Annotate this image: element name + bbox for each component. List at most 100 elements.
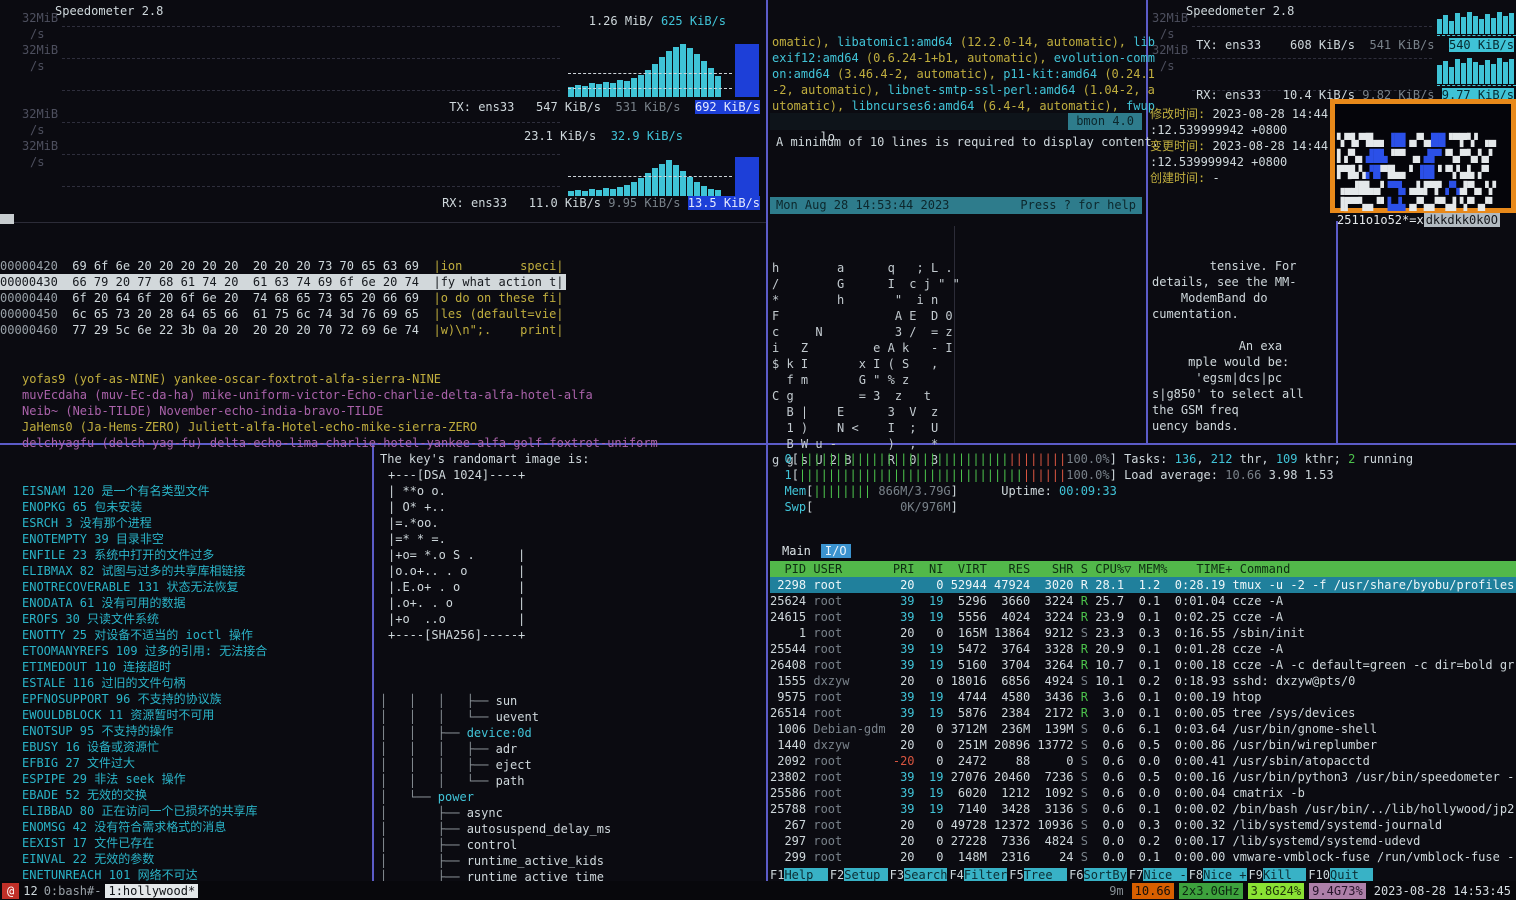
graph-bar xyxy=(1449,21,1454,34)
htop-meters: 0[|||||||||||||||||||||||||||||||||||||1… xyxy=(770,451,1413,515)
hex-row: 00000430 66 79 20 77 68 61 74 20 61 63 7… xyxy=(0,274,566,290)
pane-speedometer-left[interactable]: Speedometer 2.8 32MiB /s 32MiB /s 32MiB … xyxy=(0,0,766,222)
matrix-lines: h a q ; L ./ G I c j " "* h " i nF A E D… xyxy=(772,260,954,468)
status-disk: 9.4G73% xyxy=(1309,883,1366,899)
gridline xyxy=(62,186,560,187)
process-row[interactable]: 23802 root 39 19 27076 20460 7236 S 0.6 … xyxy=(770,769,1516,785)
text-line: $ k I x I ( S , xyxy=(772,356,954,372)
speedometer-title: Speedometer 2.8 xyxy=(55,3,163,19)
graph-bar xyxy=(1473,16,1478,34)
pane-hexdump[interactable]: 00000420 69 6f 6e 20 20 20 20 20 20 20 2… xyxy=(0,226,572,308)
pane-apt-log[interactable]: omatic), libatomic1:amd64 (12.2.0-14, au… xyxy=(772,2,1144,112)
text-line: |.E.o+ . o | xyxy=(388,579,525,595)
pane-bmon[interactable]: lo bmon 4.0 A minimum of 10 lines is req… xyxy=(770,113,1142,214)
axis-label-unit: /s xyxy=(1160,26,1174,42)
process-row[interactable]: 9575 root 39 19 4744 4580 3436 R 3.6 0.1… xyxy=(770,689,1516,705)
graph-avg-line xyxy=(568,73,732,74)
fkey-F3[interactable]: F3Search xyxy=(890,868,948,882)
graph-avg-line xyxy=(1437,35,1516,36)
graph-avg-line xyxy=(568,176,732,177)
process-row[interactable]: 2092 root -20 0 2472 88 0 S 0.6 0.0 0:00… xyxy=(770,753,1516,769)
bmon-date: Mon Aug 28 14:53:44 2023 xyxy=(776,197,949,213)
fkey-F6[interactable]: F6SortBy xyxy=(1069,868,1127,882)
graph-bar xyxy=(1503,62,1508,84)
text-line: utomatic), libncurses6:amd64 (6.4-4, aut… xyxy=(772,98,1144,114)
text-line: ▌▞▚▖▟█▙▝▀▘▗▖▟▛▘▀▄▀▚▞▄▘ xyxy=(1337,149,1509,165)
process-row[interactable]: 1440 dxzyw 20 0 251M 20896 13772 S 0.6 0… xyxy=(770,737,1516,753)
tree-body: │ │ │ ├── sun│ │ │ └── uevent│ │ ├── dev… xyxy=(380,693,764,900)
process-row[interactable]: 297 root 20 0 27228 7336 4824 S 0.0 0.2 … xyxy=(770,833,1516,849)
graph-bar xyxy=(694,54,700,97)
text-line: |+o= *.o S . | xyxy=(388,547,525,563)
process-row[interactable]: 1 root 20 0 165M 13864 9212 S 23.3 0.3 0… xyxy=(770,625,1516,641)
text-line: on:amd64 (3.46.4-2, automatic), p11-kit:… xyxy=(772,66,1144,82)
process-row[interactable]: 1555 dxzyw 20 0 18016 6856 4924 S 10.1 0… xyxy=(770,673,1516,689)
hexdump-body: 00000420 69 6f 6e 20 20 20 20 20 20 20 2… xyxy=(0,258,572,338)
text-line: | **o o. xyxy=(388,483,525,499)
process-row[interactable]: 25624 root 39 19 5296 3660 3224 R 25.7 0… xyxy=(770,593,1516,609)
tab-Main[interactable]: Main xyxy=(778,544,815,558)
tree-row: │ │ ├── device:0d xyxy=(380,725,764,741)
graph-bar xyxy=(624,81,630,97)
text-line: 变更时间: 2023-08-28 14:44 xyxy=(1150,138,1328,154)
fkey-F4[interactable]: F4Filter xyxy=(949,868,1007,882)
window-0:bash#-[interactable]: 0:bash#- xyxy=(44,884,102,898)
text-line: / G I c j " " xyxy=(772,276,954,292)
text-line: 0[|||||||||||||||||||||||||||||||||||||1… xyxy=(770,451,1413,467)
process-row[interactable]: 299 root 20 0 148M 2316 24 S 0.0 0.1 0:0… xyxy=(770,849,1516,865)
pane-cmatrix[interactable]: h a q ; L ./ G I c j " "* h " i nF A E D… xyxy=(772,228,954,440)
pane-phonetic[interactable]: yofas9 (yof-as-NINE) yankee-oscar-foxtro… xyxy=(22,339,762,421)
status-right: 9m10.662x3.0GHz3.8G24%9.4G73%2023-08-28 … xyxy=(1106,883,1514,899)
text-line: 2511o1o52*=xdkkdkk0k0O xyxy=(1337,213,1509,229)
text-line: 1[|||||||||||||||||||||||||||||||||||||1… xyxy=(770,467,1413,483)
speedometer-title: Speedometer 2.8 xyxy=(1186,3,1294,19)
window-1:hollywood*[interactable]: 1:hollywood* xyxy=(105,884,198,898)
graph-bar xyxy=(1455,13,1460,34)
pane-tree[interactable]: │ │ │ ├── sun│ │ │ └── uevent│ │ ├── dev… xyxy=(380,661,764,873)
pane-errno-list[interactable]: EISNAM 120 是一个有名类型文件ENOPKG 65 包未安装ESRCH … xyxy=(22,451,370,871)
process-row[interactable]: 2298 root 20 0 52944 47924 3020 R 28.1 1… xyxy=(770,577,1516,593)
status-bar: @ 12 0:bash#-1:hollywood* 9m10.662x3.0GH… xyxy=(0,881,1516,900)
process-row[interactable]: 24615 root 39 19 5556 4024 3224 R 23.9 0… xyxy=(770,609,1516,625)
process-row[interactable]: 267 root 20 0 49728 12372 10936 S 0.0 0.… xyxy=(770,817,1516,833)
text-line: C g = 3 z t xyxy=(772,388,954,404)
process-row[interactable]: 25586 root 39 19 6020 1212 1092 S 0.6 0.… xyxy=(770,785,1516,801)
text-line: the GSM freq xyxy=(1152,402,1334,418)
text-line: |=* * =. xyxy=(388,531,525,547)
fkey-F10[interactable]: F10Quit xyxy=(1308,868,1373,882)
text-line: ▐▛▀▚▄▝▘▙▟▖▄▀▄▞▀▄▌▚▀▗▞▘ xyxy=(1337,197,1509,213)
htop-tabs: Main I/O xyxy=(778,543,857,559)
fkey-F5[interactable]: F5Tree xyxy=(1009,868,1067,882)
pane-modem-doc[interactable]: tensive. Fordetails, see the MM- ModemBa… xyxy=(1152,226,1334,440)
fkey-F1[interactable]: F1Help xyxy=(770,868,828,882)
text-line: ETIMEDOUT 110 连接超时 xyxy=(22,659,370,675)
process-row[interactable]: 25544 root 39 19 5472 3764 3328 R 20.9 0… xyxy=(770,641,1516,657)
graph-bar xyxy=(638,75,644,97)
text-line: EISNAM 120 是一个有名类型文件 xyxy=(22,483,370,499)
fkey-F2[interactable]: F2Setup xyxy=(830,868,888,882)
text-line: tensive. For xyxy=(1152,258,1334,274)
graph-bar xyxy=(631,182,637,196)
fkey-F7[interactable]: F7Nice - xyxy=(1129,868,1187,882)
fkey-F8[interactable]: F8Nice + xyxy=(1189,868,1247,882)
text-line: ENOTSUP 95 不支持的操作 xyxy=(22,723,370,739)
graph-bar xyxy=(666,51,672,97)
tab-I/O[interactable]: I/O xyxy=(821,544,851,558)
graph-bar xyxy=(1449,67,1454,84)
graph-bar xyxy=(673,165,679,196)
axis-label-unit: /s xyxy=(30,58,44,74)
axis-label-unit: /s xyxy=(1160,58,1174,74)
text-line: EEXIST 17 文件已存在 xyxy=(22,835,370,851)
text-line: ENOMSG 42 没有符合需求格式的消息 xyxy=(22,819,370,835)
process-row[interactable]: 1006 Debian-gdm 20 0 3712M 236M 139M S 0… xyxy=(770,721,1516,737)
pane-randomart[interactable]: The key's randomart image is: +---[DSA 1… xyxy=(380,451,764,645)
pane-htop[interactable]: 0[|||||||||||||||||||||||||||||||||||||1… xyxy=(770,451,1516,880)
gridline xyxy=(62,26,560,27)
graph-bar xyxy=(666,160,672,196)
text-line: omatic), libatomic1:amd64 (12.2.0-14, au… xyxy=(772,34,1144,50)
process-row[interactable]: 26408 root 39 19 5160 3704 3264 R 10.7 0… xyxy=(770,657,1516,673)
process-row[interactable]: 26514 root 39 19 5876 2384 2172 R 3.0 0.… xyxy=(770,705,1516,721)
fkey-F9[interactable]: F9Kill xyxy=(1249,868,1307,882)
process-row[interactable]: 25788 root 39 19 7140 3428 3136 S 0.6 0.… xyxy=(770,801,1516,817)
text-line: |+o ..o | xyxy=(388,611,525,627)
